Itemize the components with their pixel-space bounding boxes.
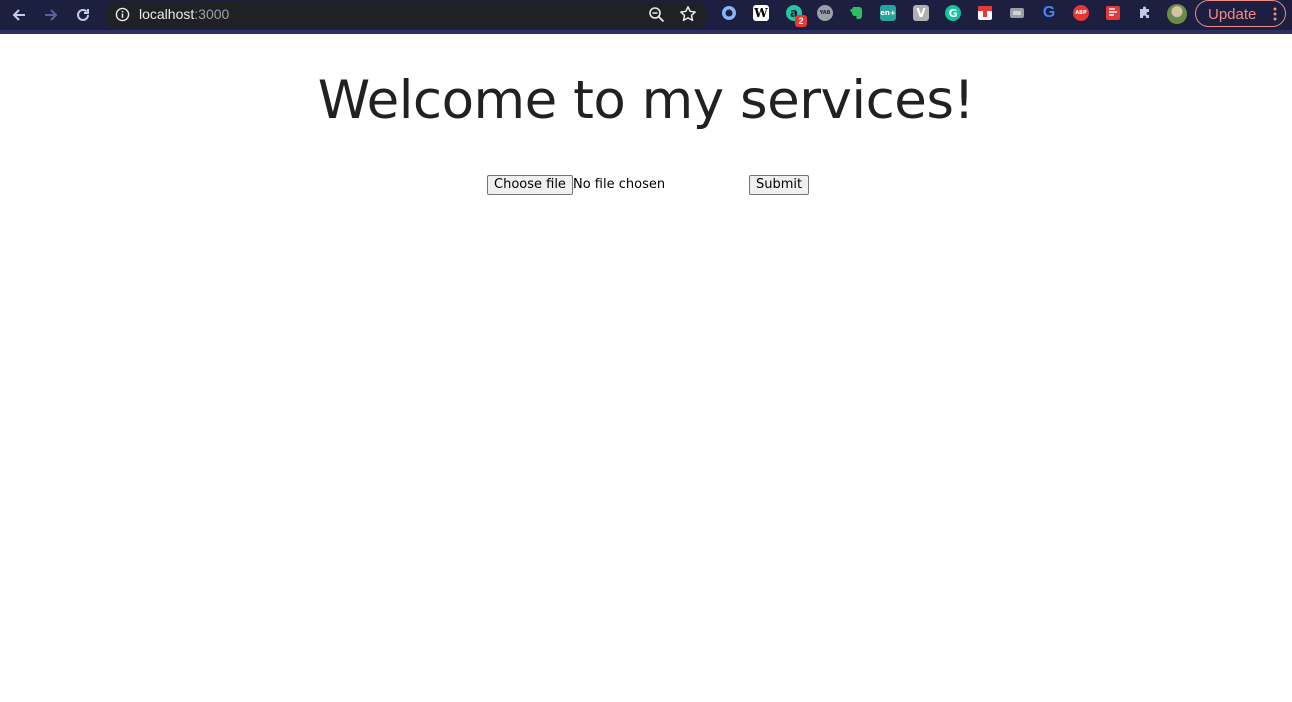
info-icon[interactable]	[115, 7, 130, 22]
update-label: Update	[1208, 6, 1257, 23]
extension-google[interactable]: G	[1041, 4, 1057, 21]
v-icon: V	[916, 6, 926, 20]
submit-button[interactable]: Submit	[749, 175, 810, 195]
choose-file-button[interactable]: Choose file	[487, 175, 573, 195]
update-button[interactable]: Update	[1195, 0, 1286, 27]
star-icon[interactable]	[679, 5, 697, 23]
extension-evernote[interactable]	[849, 5, 865, 21]
blue-ring-icon	[722, 6, 736, 20]
url-port: :3000	[194, 6, 230, 22]
url-text[interactable]: localhost:3000	[139, 6, 229, 22]
extension-red-square[interactable]	[1105, 5, 1121, 21]
gray-card-icon	[1010, 8, 1024, 18]
forward-button[interactable]	[40, 4, 62, 26]
extension-grammarly[interactable]: G	[945, 5, 961, 21]
extension-v[interactable]: V	[913, 5, 929, 21]
address-bar[interactable]: localhost:3000	[105, 1, 707, 28]
extensions-menu-button[interactable]	[1137, 5, 1153, 21]
arrow-right-icon	[45, 9, 58, 21]
extension-badge: 2	[795, 15, 807, 27]
url-host: localhost	[139, 6, 195, 22]
file-status-text: No file chosen	[573, 177, 666, 192]
browser-toolbar: localhost:3000 W a 2 YAB en+ V G G ABP U…	[0, 0, 1292, 34]
upload-form: Choose file No file chosen Submit	[487, 175, 817, 197]
red-document-icon	[1106, 6, 1120, 20]
reload-button[interactable]	[72, 4, 94, 26]
evernote-elephant-icon	[850, 7, 862, 19]
extension-yab[interactable]: YAB	[817, 5, 833, 21]
red-clip-icon	[978, 6, 992, 20]
zoom-out-icon[interactable]	[648, 6, 665, 23]
extension-red-white[interactable]	[977, 5, 993, 21]
extension-en-plus[interactable]: en+	[880, 5, 896, 21]
arrow-left-icon	[12, 9, 25, 21]
extension-gray[interactable]	[1009, 5, 1025, 21]
profile-avatar[interactable]	[1167, 4, 1187, 24]
abp-icon: ABP	[1075, 10, 1087, 16]
page-title: Welcome to my services!	[317, 70, 975, 131]
extension-abp[interactable]: ABP	[1073, 5, 1089, 21]
yab-icon: YAB	[819, 10, 831, 16]
extension-blue-ring[interactable]	[721, 5, 737, 21]
wikipedia-icon: W	[754, 6, 768, 20]
google-g-icon: G	[1042, 4, 1056, 21]
grammarly-icon: G	[948, 6, 958, 20]
vertical-dots-icon	[1273, 7, 1277, 21]
extension-wikipedia[interactable]: W	[753, 5, 769, 21]
puzzle-icon	[1140, 6, 1149, 18]
back-button[interactable]	[8, 4, 30, 26]
reload-icon	[77, 8, 89, 21]
en-plus-icon: en+	[880, 9, 896, 17]
